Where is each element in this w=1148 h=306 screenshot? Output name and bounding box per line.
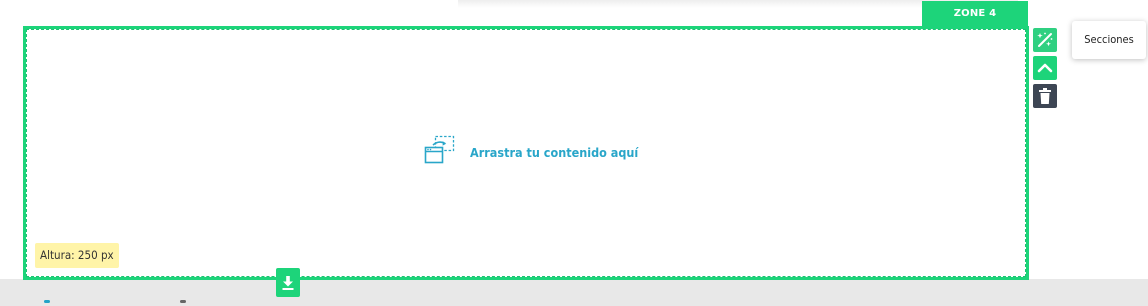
- magic-tools-button[interactable]: [1033, 28, 1057, 52]
- resize-handle[interactable]: [276, 268, 300, 297]
- chevron-up-icon: [1037, 63, 1053, 73]
- zone-tab[interactable]: ZONE 4: [922, 1, 1028, 26]
- drop-instructions: Arrastra tu contenido aquí: [470, 144, 639, 160]
- download-arrow-icon: [282, 275, 294, 290]
- move-up-button[interactable]: [1033, 56, 1057, 80]
- sections-tooltip: Secciones: [1072, 21, 1146, 59]
- trash-icon: [1039, 88, 1051, 104]
- bottom-section-strip: [0, 279, 1148, 306]
- drop-zone[interactable]: Arrastra tu contenido aquí Altura: 250 p…: [23, 26, 1029, 280]
- magic-wand-icon: [1037, 32, 1053, 47]
- drag-drop-icon: [424, 135, 455, 164]
- delete-button[interactable]: [1033, 84, 1057, 108]
- height-badge: Altura: 250 px: [35, 243, 119, 268]
- strip-mark: [180, 300, 186, 303]
- strip-mark: [44, 300, 50, 303]
- drop-hint: Arrastra tu contenido aquí: [424, 135, 638, 169]
